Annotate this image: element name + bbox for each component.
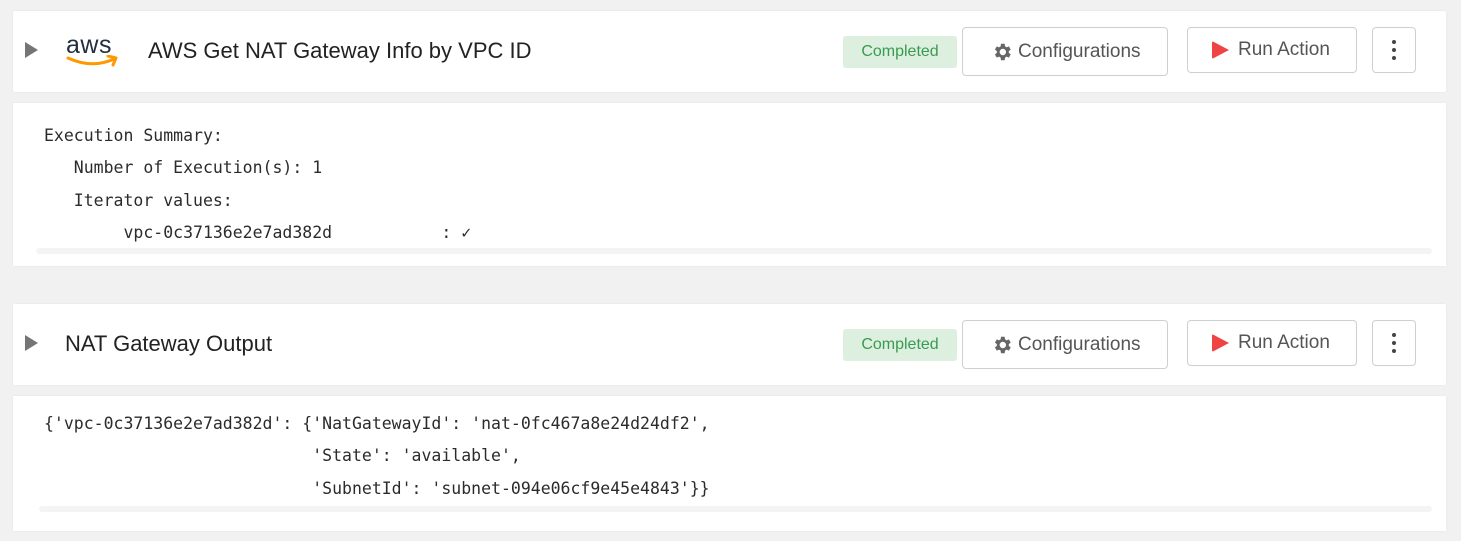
run-action-button[interactable]: Run Action	[1187, 27, 1357, 73]
nat-gateway-output-panel: {'vpc-0c37136e2e7ad382d': {'NatGatewayId…	[13, 396, 1446, 531]
kebab-menu-icon	[1392, 333, 1397, 355]
kebab-menu-icon	[1392, 40, 1397, 62]
task-nat-gateway-output: NAT Gateway Output Completed Configurati…	[13, 304, 1446, 531]
more-options-button[interactable]	[1372, 320, 1416, 366]
task-header: aws AWS Get NAT Gateway Info by VPC ID C…	[13, 11, 1446, 92]
gear-icon	[994, 43, 1011, 61]
run-action-button[interactable]: Run Action	[1187, 320, 1357, 366]
play-icon	[1212, 334, 1229, 352]
configurations-button[interactable]: Configurations	[962, 320, 1168, 369]
horizontal-scrollbar[interactable]	[36, 248, 1432, 254]
status-badge: Completed	[843, 329, 957, 361]
execution-summary-text: Execution Summary: Number of Execution(s…	[44, 126, 472, 242]
execution-output-panel: Execution Summary: Number of Execution(s…	[13, 103, 1446, 266]
play-icon	[1212, 41, 1229, 59]
configurations-label: Configurations	[1018, 41, 1141, 62]
expand-triangle-icon[interactable]	[25, 42, 38, 58]
task-header: NAT Gateway Output Completed Configurati…	[13, 304, 1446, 385]
run-action-label: Run Action	[1238, 332, 1330, 353]
horizontal-scrollbar[interactable]	[39, 506, 1432, 512]
task-title: NAT Gateway Output	[65, 331, 273, 356]
run-action-label: Run Action	[1238, 39, 1330, 60]
task-aws-get-nat-gateway-info: aws AWS Get NAT Gateway Info by VPC ID C…	[13, 11, 1446, 266]
expand-triangle-icon[interactable]	[25, 335, 38, 351]
configurations-button[interactable]: Configurations	[962, 27, 1168, 76]
aws-smile-icon	[66, 55, 118, 67]
gear-icon	[994, 336, 1011, 354]
aws-logo: aws	[66, 31, 122, 71]
nat-gateway-output-text: {'vpc-0c37136e2e7ad382d': {'NatGatewayId…	[44, 414, 710, 498]
more-options-button[interactable]	[1372, 27, 1416, 73]
task-title: AWS Get NAT Gateway Info by VPC ID	[148, 38, 532, 63]
configurations-label: Configurations	[1018, 334, 1141, 355]
status-badge: Completed	[843, 36, 957, 68]
